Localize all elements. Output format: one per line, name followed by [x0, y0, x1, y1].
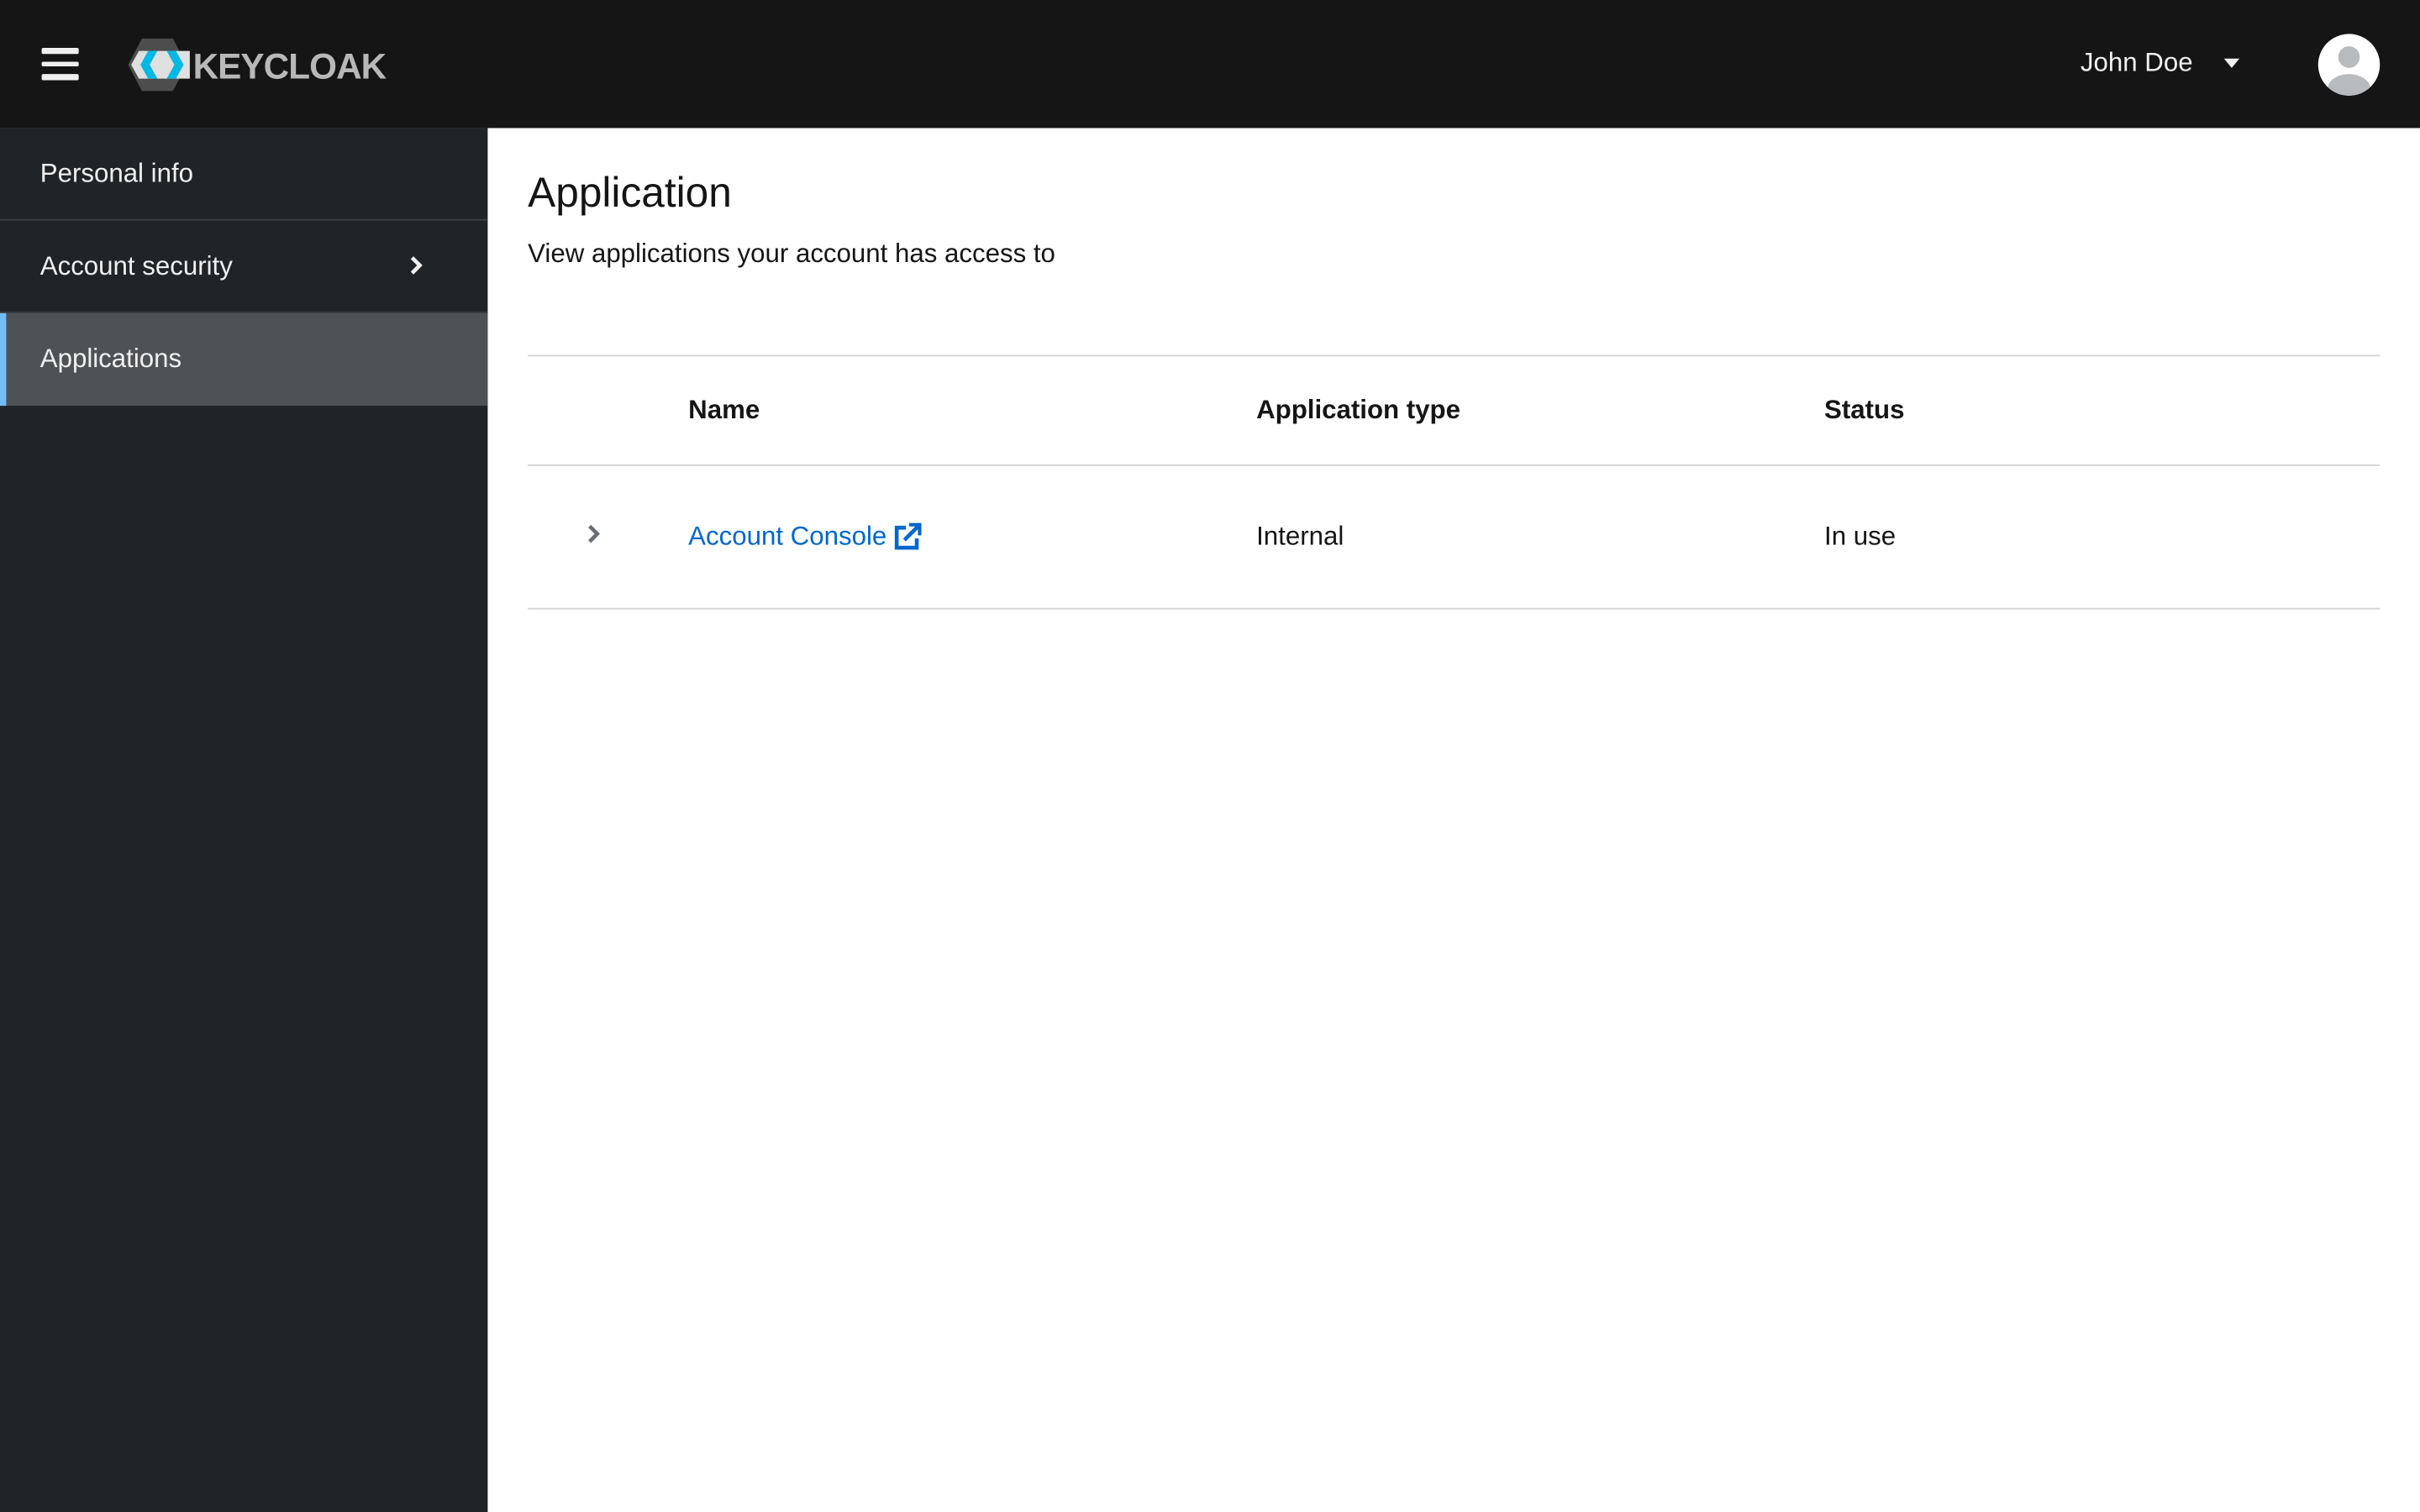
sidebar-item-label: Account security — [39, 250, 233, 281]
chevron-right-icon — [410, 256, 423, 275]
keycloak-logo[interactable]: KEYCLOAK — [128, 37, 390, 100]
main-content: Application View applications your accou… — [487, 128, 2420, 1512]
external-link-icon — [893, 522, 921, 550]
avatar[interactable] — [2317, 34, 2381, 96]
user-name: John Doe — [2080, 47, 2193, 77]
sidebar-item-label: Applications — [39, 344, 182, 374]
sidebar-item-applications[interactable]: Applications — [0, 312, 488, 407]
caret-down-icon — [2223, 58, 2239, 68]
column-header-status[interactable]: Status — [1824, 395, 1904, 426]
column-header-type[interactable]: Application type — [1256, 395, 1824, 426]
sidebar: Personal info Account security Applicati… — [0, 128, 488, 1512]
application-type: Internal — [1256, 521, 1344, 551]
hamburger-menu-icon[interactable] — [41, 47, 79, 80]
table-row: Account Console Internal In use — [528, 466, 2381, 610]
column-header-name[interactable]: Name — [688, 395, 1256, 426]
masthead: KEYCLOAK John Doe — [0, 0, 2420, 129]
application-link[interactable]: Account Console — [688, 521, 921, 553]
sidebar-item-account-security[interactable]: Account security — [0, 221, 488, 313]
page-title: Application — [528, 170, 732, 217]
application-name: Account Console — [688, 521, 887, 551]
applications-table: Name Application type Status Account Con… — [528, 354, 2381, 610]
svg-text:KEYCLOAK: KEYCLOAK — [193, 47, 387, 87]
expand-chevron-icon[interactable] — [587, 523, 602, 545]
application-status: In use — [1824, 521, 1897, 551]
sidebar-item-personal-info[interactable]: Personal info — [0, 128, 488, 221]
page-description: View applications your account has acces… — [528, 239, 1055, 269]
user-dropdown[interactable]: John Doe — [2081, 48, 2239, 79]
sidebar-item-label: Personal info — [39, 158, 194, 188]
table-header: Name Application type Status — [528, 354, 2381, 466]
